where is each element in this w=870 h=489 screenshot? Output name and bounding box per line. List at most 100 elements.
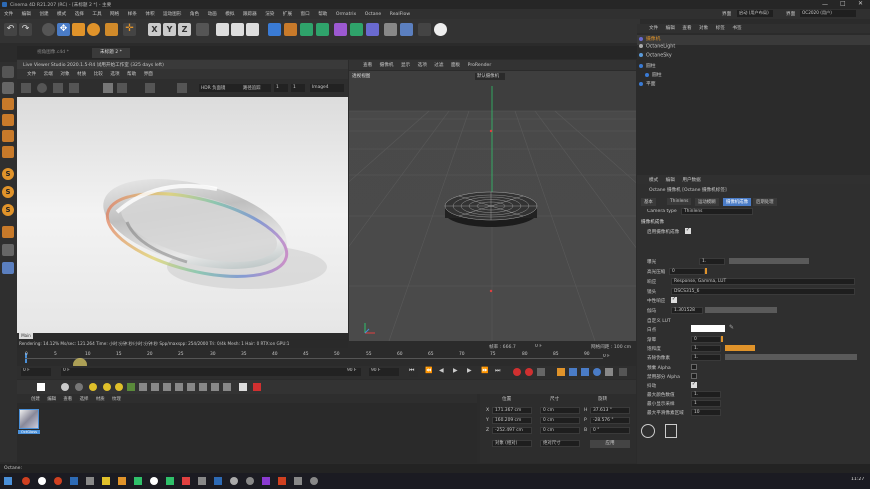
key-pla-icon[interactable] xyxy=(605,368,613,376)
render-mode-select[interactable]: 路径追踪 xyxy=(241,84,271,92)
vignette-slider-marker[interactable] xyxy=(721,336,723,342)
attr-menu-mode[interactable]: 模式 xyxy=(649,178,658,183)
obj-menu-objects[interactable]: 对象 xyxy=(699,26,708,31)
fps-field[interactable]: 90 F xyxy=(347,368,361,376)
menu-character[interactable]: 角色 xyxy=(190,12,199,17)
keyframe-icon[interactable] xyxy=(537,368,545,376)
min-frame-field[interactable]: 0 F xyxy=(61,368,361,376)
highlight-slider-marker[interactable] xyxy=(705,268,707,274)
coord-z-position[interactable]: -252.497 cm xyxy=(492,427,532,434)
max-frame-field[interactable]: 90 F xyxy=(369,368,399,376)
task-icon-4[interactable] xyxy=(70,477,78,485)
param-minsamples-field[interactable]: 1 xyxy=(691,400,721,407)
lv-menu-materials[interactable]: 材质 xyxy=(77,72,86,77)
coord-b-rotation[interactable]: 0 ° xyxy=(590,427,630,434)
lv-menu-cloud[interactable]: 云端 xyxy=(44,72,53,77)
tab-doc2[interactable]: 未标题 2 * xyxy=(92,48,130,58)
tab-doc1[interactable]: 视角图像.c4d * xyxy=(29,48,77,58)
oc-icon-11[interactable] xyxy=(151,383,159,391)
saturation-slider[interactable] xyxy=(725,345,755,351)
viewport-camera[interactable]: 默认摄像机 xyxy=(475,73,505,80)
lv-menu-file[interactable]: 文件 xyxy=(27,72,36,77)
task-icon-18[interactable] xyxy=(294,477,302,485)
next-frame-icon[interactable]: ▶ xyxy=(467,367,476,377)
oc-icon-15[interactable] xyxy=(199,383,207,391)
gamma-slider[interactable] xyxy=(705,307,777,313)
task-icon-14[interactable] xyxy=(230,477,238,485)
mat-menu-material[interactable]: 材质 xyxy=(96,397,105,402)
oc-icon-13[interactable] xyxy=(175,383,183,391)
snap-s2-icon[interactable]: S xyxy=(2,186,14,198)
last-tool-icon[interactable] xyxy=(105,23,118,36)
maximize-button[interactable]: □ xyxy=(840,0,846,7)
key-move-icon[interactable] xyxy=(557,368,565,376)
mat-menu-edit[interactable]: 编辑 xyxy=(47,397,56,402)
frame-field[interactable]: 1 xyxy=(274,84,288,92)
scale-tool-icon[interactable] xyxy=(72,23,85,36)
oc-icon-8[interactable] xyxy=(115,383,123,391)
prev-key-icon[interactable]: ⏪ xyxy=(425,367,434,377)
task-icon-12[interactable] xyxy=(198,477,206,485)
menu-render[interactable]: 渲染 xyxy=(265,12,274,17)
oc-icon-17[interactable] xyxy=(223,383,231,391)
obj-menu-edit[interactable]: 编辑 xyxy=(666,26,675,31)
task-icon-8[interactable] xyxy=(134,477,142,485)
obj-menu-tags[interactable]: 标签 xyxy=(716,26,725,31)
environment-icon[interactable] xyxy=(350,23,363,36)
redo-icon[interactable]: ↷ xyxy=(19,23,32,36)
coord-p-rotation[interactable]: -28.576 ° xyxy=(590,417,630,424)
close-button[interactable]: ✕ xyxy=(858,0,863,7)
menu-animate[interactable]: 动画 xyxy=(208,12,217,17)
coord-size-mode-select[interactable]: 绝对尺寸 xyxy=(540,440,580,447)
disable-alpha-checkbox[interactable] xyxy=(691,373,697,379)
key-param-icon[interactable] xyxy=(593,368,601,376)
subdivision-icon[interactable] xyxy=(300,23,313,36)
lv-lock-icon[interactable] xyxy=(103,83,113,93)
menu-volume[interactable]: 体积 xyxy=(145,12,154,17)
vp-menu-filter[interactable]: 过滤 xyxy=(434,63,443,68)
eyedropper-icon[interactable]: ✎ xyxy=(729,324,734,331)
menu-mograph[interactable]: 运动图形 xyxy=(163,12,181,17)
task-icon-16[interactable] xyxy=(262,477,270,485)
task-icon-17[interactable] xyxy=(278,477,286,485)
vp-menu-options[interactable]: 选项 xyxy=(418,63,427,68)
param-hotpixel-field[interactable]: 1. xyxy=(691,354,721,361)
cube-icon[interactable] xyxy=(268,23,281,36)
render-view-icon[interactable] xyxy=(231,23,244,36)
menu-realflow[interactable]: RealFlow xyxy=(390,12,410,17)
menu-simulate[interactable]: 模拟 xyxy=(225,12,234,17)
param-exposure-field[interactable]: 1. xyxy=(699,258,725,265)
menu-ormatrix[interactable]: Ormatrix xyxy=(336,12,356,17)
param-maxsmooth-field[interactable]: 10 xyxy=(691,409,721,416)
param-gamma-field[interactable]: 1.301528 xyxy=(671,307,703,314)
octane-live-icon[interactable] xyxy=(418,23,431,36)
task-icon-13[interactable] xyxy=(214,477,222,485)
minimize-button[interactable]: — xyxy=(822,1,828,8)
task-icon-9[interactable] xyxy=(150,477,158,485)
undo-icon[interactable]: ↶ xyxy=(4,23,17,36)
vp-menu-display[interactable]: 显示 xyxy=(401,63,410,68)
interface-select[interactable]: 启动 (用户布局) xyxy=(737,10,773,17)
oc-icon-10[interactable] xyxy=(139,383,147,391)
texture-mode-icon[interactable] xyxy=(2,98,14,110)
oc-icon-12[interactable] xyxy=(163,383,171,391)
timeline-menu-icon[interactable] xyxy=(619,368,627,376)
task-icon-15[interactable] xyxy=(246,477,254,485)
vp-menu-view[interactable]: 查看 xyxy=(363,63,372,68)
frame-field-2[interactable]: 1 xyxy=(291,84,305,92)
coord-system-icon[interactable] xyxy=(196,23,209,36)
coord-x-position[interactable]: 171.367 cm xyxy=(492,407,532,414)
render-settings-icon[interactable] xyxy=(246,23,259,36)
light-icon[interactable] xyxy=(384,23,397,36)
layout-select[interactable]: OC2020 (用户) xyxy=(800,10,856,17)
oc-light-icon[interactable] xyxy=(89,383,97,391)
apply-button[interactable]: 应用 xyxy=(590,440,630,448)
attr-tab-post[interactable]: 后期处理 xyxy=(753,198,777,206)
oc-icon-1[interactable] xyxy=(21,383,29,391)
vp-menu-cameras[interactable]: 摄像机 xyxy=(380,63,394,68)
last-frame-icon[interactable]: ⏭ xyxy=(495,367,504,377)
start-frame-field[interactable]: 0 F xyxy=(21,368,51,376)
lv-region-icon[interactable] xyxy=(117,83,127,93)
lv-restart-icon[interactable] xyxy=(37,83,47,93)
obj-menu-file[interactable]: 文件 xyxy=(649,26,658,31)
